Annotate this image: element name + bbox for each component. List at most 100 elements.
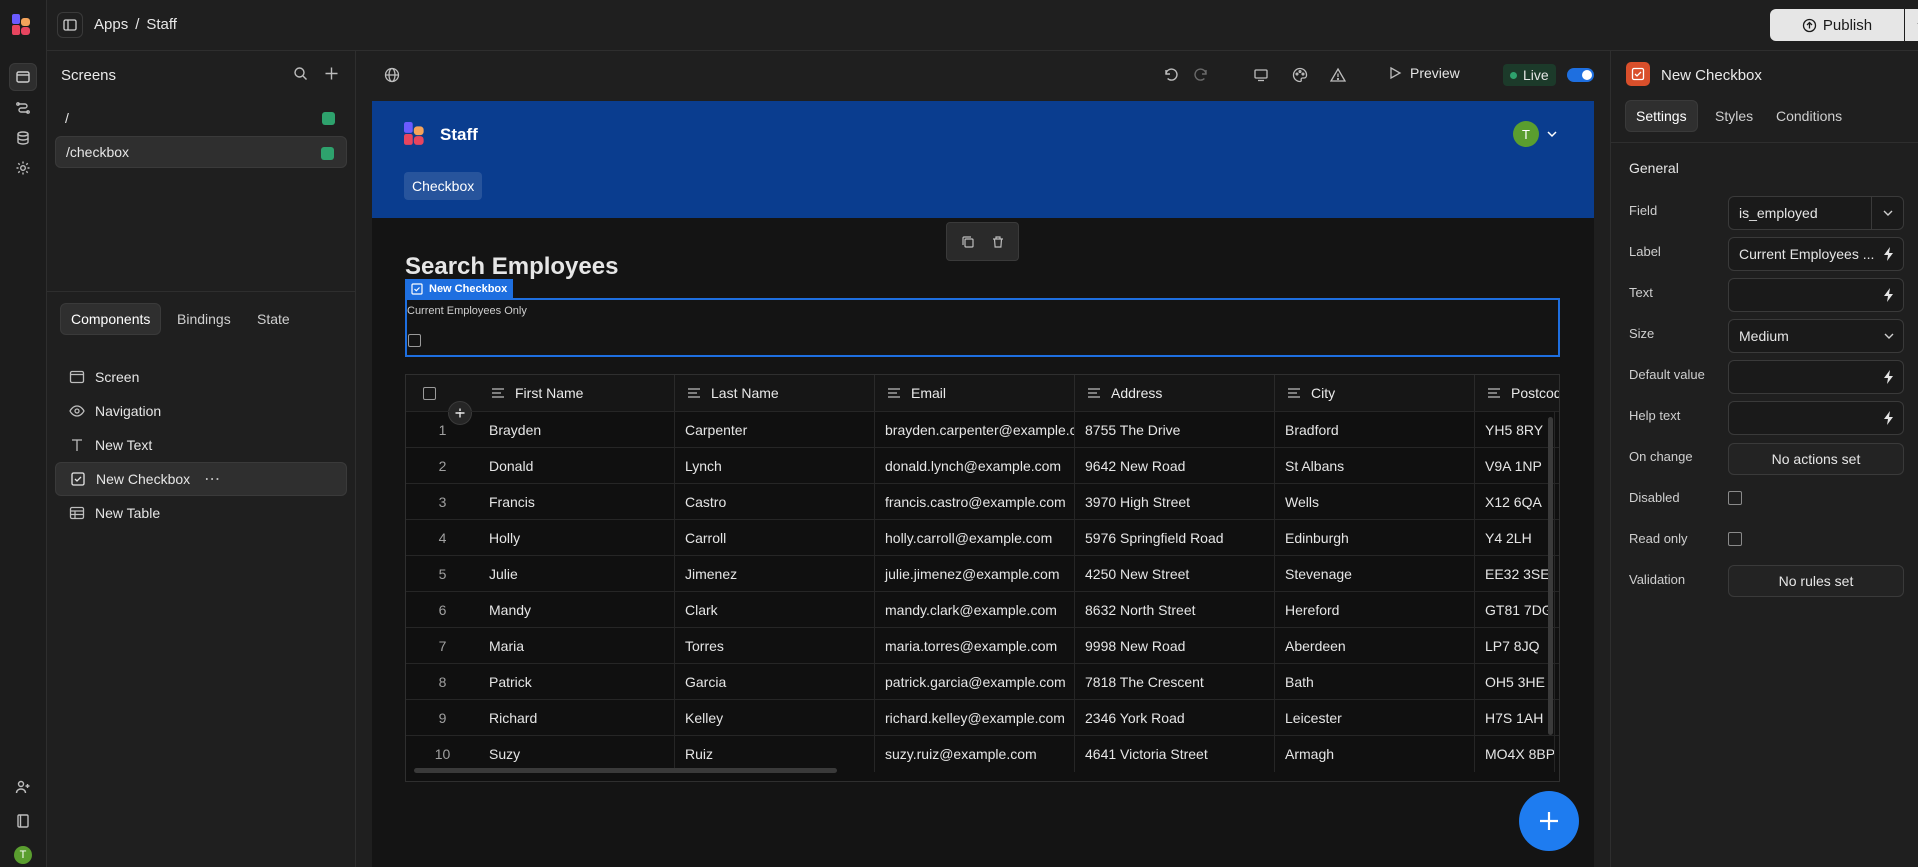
cell-address[interactable]: 4641 Victoria Street: [1075, 736, 1275, 772]
cell-email[interactable]: julie.jimenez@example.com: [875, 556, 1075, 592]
settings-gear-icon[interactable]: [9, 154, 37, 182]
cell-city[interactable]: Bradford: [1275, 412, 1475, 448]
cell-email[interactable]: brayden.carpenter@example.c: [875, 412, 1075, 448]
row-number[interactable]: 6: [406, 592, 479, 628]
cell-address[interactable]: 7818 The Crescent: [1075, 664, 1275, 700]
select-all-checkbox[interactable]: [423, 386, 436, 400]
undo-icon[interactable]: [1163, 67, 1179, 83]
table-row[interactable]: 4 Holly Carroll holly.carroll@example.com 59…: [406, 519, 1559, 556]
add-screen-icon[interactable]: [324, 66, 339, 81]
cell-postcode[interactable]: YH5 8RY: [1475, 412, 1555, 448]
disabled-checkbox[interactable]: [1728, 491, 1742, 505]
component-row-screen[interactable]: Screen: [55, 360, 347, 394]
screen-row-root[interactable]: /: [55, 102, 347, 134]
field-select[interactable]: is_employed: [1728, 196, 1904, 230]
column-header-city[interactable]: City: [1275, 375, 1475, 411]
cell-city[interactable]: Leicester: [1275, 700, 1475, 736]
cell-last-name[interactable]: Lynch: [675, 448, 875, 484]
table-row[interactable]: 9 Richard Kelley richard.kelley@example.com…: [406, 699, 1559, 736]
cell-city[interactable]: Wells: [1275, 484, 1475, 520]
table-row[interactable]: 5 Julie Jimenez julie.jimenez@example.com 42…: [406, 555, 1559, 592]
cell-address[interactable]: 9998 New Road: [1075, 628, 1275, 664]
design-nav-icon[interactable]: [9, 63, 37, 91]
data-nav-icon[interactable]: [9, 124, 37, 152]
row-number[interactable]: 8: [406, 664, 479, 700]
cell-address[interactable]: 5976 Springfield Road: [1075, 520, 1275, 556]
cell-email[interactable]: mandy.clark@example.com: [875, 592, 1075, 628]
cell-last-name[interactable]: Carpenter: [675, 412, 875, 448]
cell-postcode[interactable]: MO4X 8BP: [1475, 736, 1555, 772]
theme-palette-icon[interactable]: [1292, 67, 1308, 83]
cell-postcode[interactable]: V9A 1NP: [1475, 448, 1555, 484]
tab-state[interactable]: State: [247, 303, 300, 335]
column-header-address[interactable]: Address: [1075, 375, 1275, 411]
on-change-button[interactable]: No actions set: [1728, 443, 1904, 475]
binding-bolt-icon[interactable]: [1883, 247, 1895, 261]
table-row[interactable]: 10 Suzy Ruiz suzy.ruiz@example.com 4641 Vict…: [406, 735, 1559, 772]
row-number[interactable]: 4: [406, 520, 479, 556]
app-user-avatar[interactable]: T: [1513, 121, 1539, 147]
cell-last-name[interactable]: Jimenez: [675, 556, 875, 592]
breadcrumb-app[interactable]: Staff: [146, 16, 177, 33]
cell-first-name[interactable]: Francis: [479, 484, 675, 520]
selected-component-tag[interactable]: New Checkbox: [405, 279, 514, 298]
add-component-fab[interactable]: [1519, 791, 1579, 851]
cell-first-name[interactable]: Holly: [479, 520, 675, 556]
more-options-icon[interactable]: ⋯: [204, 469, 221, 489]
cell-last-name[interactable]: Clark: [675, 592, 875, 628]
cell-first-name[interactable]: Julie: [479, 556, 675, 592]
publish-button[interactable]: Publish: [1770, 9, 1904, 41]
cell-city[interactable]: Aberdeen: [1275, 628, 1475, 664]
cell-postcode[interactable]: LP7 8JQ: [1475, 628, 1555, 664]
budibase-logo-icon[interactable]: [12, 14, 34, 36]
binding-bolt-icon[interactable]: [1883, 288, 1895, 302]
live-toggle[interactable]: [1567, 68, 1594, 82]
cell-first-name[interactable]: Brayden: [479, 412, 675, 448]
current-employees-checkbox[interactable]: [408, 334, 421, 347]
cell-last-name[interactable]: Garcia: [675, 664, 875, 700]
read-only-checkbox[interactable]: [1728, 532, 1742, 546]
column-header-first-name[interactable]: First Name: [479, 375, 675, 411]
row-number[interactable]: 7: [406, 628, 479, 664]
duplicate-icon[interactable]: [961, 235, 975, 249]
cell-email[interactable]: holly.carroll@example.com: [875, 520, 1075, 556]
cell-email[interactable]: suzy.ruiz@example.com: [875, 736, 1075, 772]
vertical-scrollbar[interactable]: [1548, 417, 1553, 735]
tab-conditions[interactable]: Conditions: [1766, 100, 1852, 132]
screen-row-checkbox[interactable]: /checkbox: [55, 136, 347, 168]
cell-first-name[interactable]: Richard: [479, 700, 675, 736]
cell-email[interactable]: francis.castro@example.com: [875, 484, 1075, 520]
cell-address[interactable]: 3970 High Street: [1075, 484, 1275, 520]
cell-last-name[interactable]: Ruiz: [675, 736, 875, 772]
component-row-new-text[interactable]: New Text: [55, 428, 347, 462]
cell-postcode[interactable]: OH5 3HE: [1475, 664, 1555, 700]
cell-postcode[interactable]: H7S 1AH: [1475, 700, 1555, 736]
cell-email[interactable]: patrick.garcia@example.com: [875, 664, 1075, 700]
search-icon[interactable]: [293, 66, 308, 81]
cell-last-name[interactable]: Carroll: [675, 520, 875, 556]
cell-address[interactable]: 4250 New Street: [1075, 556, 1275, 592]
default-value-input[interactable]: [1728, 360, 1904, 394]
cell-city[interactable]: Bath: [1275, 664, 1475, 700]
cell-postcode[interactable]: GT81 7DG: [1475, 592, 1555, 628]
component-row-new-checkbox[interactable]: New Checkbox ⋯: [55, 462, 347, 496]
cell-address[interactable]: 8632 North Street: [1075, 592, 1275, 628]
cell-email[interactable]: richard.kelley@example.com: [875, 700, 1075, 736]
user-avatar[interactable]: T: [14, 846, 32, 864]
cell-first-name[interactable]: Suzy: [479, 736, 675, 772]
tab-settings[interactable]: Settings: [1625, 100, 1698, 132]
cell-first-name[interactable]: Patrick: [479, 664, 675, 700]
cell-email[interactable]: maria.torres@example.com: [875, 628, 1075, 664]
table-row[interactable]: 6 Mandy Clark mandy.clark@example.com 8632 N…: [406, 591, 1559, 628]
component-row-navigation[interactable]: Navigation: [55, 394, 347, 428]
cell-email[interactable]: donald.lynch@example.com: [875, 448, 1075, 484]
cell-postcode[interactable]: EE32 3SE: [1475, 556, 1555, 592]
text-input[interactable]: [1728, 278, 1904, 312]
tab-bindings[interactable]: Bindings: [167, 303, 241, 335]
row-number[interactable]: 9: [406, 700, 479, 736]
cell-address[interactable]: 8755 The Drive: [1075, 412, 1275, 448]
help-text-input[interactable]: [1728, 401, 1904, 435]
cell-address[interactable]: 2346 York Road: [1075, 700, 1275, 736]
binding-bolt-icon[interactable]: [1883, 411, 1895, 425]
help-book-icon[interactable]: [9, 807, 37, 835]
